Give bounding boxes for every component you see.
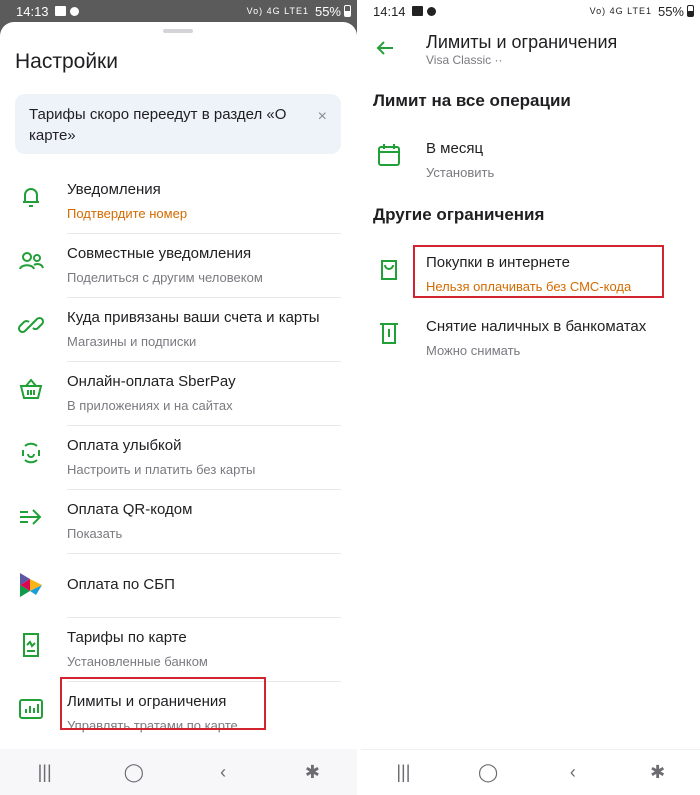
item-title: Куда привязаны ваши счета и карты (67, 309, 320, 326)
section-heading-other: Другие ограничения (373, 205, 545, 224)
home-button[interactable]: ◯ (468, 762, 508, 783)
gallery-icon (411, 6, 423, 16)
status-bar: 14:14 Vo) 4G LTE1 55% (361, 0, 700, 22)
highlight-frame-limits (60, 677, 266, 730)
item-title: Оплата улыбкой (67, 437, 182, 454)
card-name[interactable]: Visa Classic ·· (426, 53, 502, 67)
top-app-bar: Лимиты и ограничения Visa Classic ·· (361, 22, 700, 74)
item-subtitle: Показать (67, 526, 123, 541)
notification-icon (69, 6, 79, 16)
signal-indicator: Vo) 4G LTE1 (246, 6, 309, 16)
sbp-logo-icon (16, 570, 46, 600)
item-title: Совместные уведомления (67, 245, 252, 262)
limit-item-monthly[interactable]: В месяц Установить (361, 137, 700, 193)
battery-level: 55% (314, 3, 341, 19)
item-subtitle: В приложениях и на сайтах (67, 398, 233, 413)
battery-level: 55% (657, 3, 684, 19)
status-time: 14:13 (16, 3, 49, 19)
settings-item-tariffs[interactable]: Тарифы по карте Установленные банком (0, 618, 357, 682)
back-button[interactable]: ‹ (553, 762, 593, 783)
status-bar: 14:13 Vo) 4G LTE1 55% (0, 0, 357, 22)
settings-item-sberpay[interactable]: Онлайн-оплата SberPay В приложениях и на… (0, 362, 357, 426)
limits-screen: 14:14 Vo) 4G LTE1 55% Лимиты и ограничен… (361, 0, 700, 795)
item-title: Уведомления (67, 181, 161, 198)
banner-text: Тарифы скоро переедут в раздел «О карте» (29, 106, 287, 144)
home-button[interactable]: ◯ (114, 762, 154, 783)
item-title: Оплата по СБП (67, 576, 175, 593)
item-title: Тарифы по карте (67, 629, 187, 646)
notification-icon (426, 6, 436, 16)
item-subtitle: Подтвердите номер (67, 206, 188, 221)
settings-sheet: Настройки Тарифы скоро переедут в раздел… (0, 22, 357, 795)
tariff-doc-icon (16, 630, 46, 660)
settings-item-shared-notifications[interactable]: Совместные уведомления Поделиться с друг… (0, 234, 357, 298)
bell-icon (16, 182, 46, 212)
status-time: 14:14 (373, 3, 406, 19)
system-nav-bar: ||| ◯ ‹ ✱ (0, 749, 357, 795)
battery-icon (344, 5, 351, 17)
item-title: В месяц (426, 140, 484, 157)
item-subtitle: Настроить и платить без карты (67, 462, 256, 477)
recent-apps-button[interactable]: ||| (25, 762, 65, 783)
settings-item-smile-pay[interactable]: Оплата улыбкой Настроить и платить без к… (0, 426, 357, 490)
settings-item-linked-accounts[interactable]: Куда привязаны ваши счета и карты Магази… (0, 298, 357, 362)
link-icon (16, 310, 46, 340)
info-banner: Тарифы скоро переедут в раздел «О карте»… (15, 94, 341, 154)
page-title: Лимиты и ограничения (426, 32, 618, 52)
arrow-back-icon[interactable] (373, 36, 397, 60)
close-icon[interactable]: × (318, 106, 327, 127)
battery-icon (687, 5, 694, 17)
qr-arrow-icon (16, 502, 46, 532)
settings-item-notifications[interactable]: Уведомления Подтвердите номер (0, 170, 357, 234)
atm-icon (375, 319, 403, 347)
accessibility-button[interactable]: ✱ (292, 762, 332, 783)
smile-icon (16, 438, 46, 468)
system-nav-bar: ||| ◯ ‹ ✱ (361, 749, 700, 795)
signal-indicator: Vo) 4G LTE1 (589, 6, 652, 16)
back-button[interactable]: ‹ (203, 762, 243, 783)
settings-item-qr-pay[interactable]: Оплата QR-кодом Показать (0, 490, 357, 554)
highlight-frame-internet (413, 245, 664, 298)
item-title: Снятие наличных в банкоматах (426, 318, 647, 335)
item-subtitle: Магазины и подписки (67, 334, 197, 349)
section-heading-all-operations: Лимит на все операции (373, 91, 571, 110)
settings-list: Уведомления Подтвердите номер Совместные… (0, 170, 357, 746)
accessibility-button[interactable]: ✱ (638, 762, 678, 783)
item-subtitle: Установленные банком (67, 654, 208, 669)
shopping-bag-icon (375, 255, 403, 283)
settings-screen: 14:13 Vo) 4G LTE1 55% Настройки Тарифы с… (0, 0, 357, 795)
sheet-drag-handle[interactable] (163, 29, 193, 33)
chart-icon (16, 694, 46, 724)
settings-item-sbp[interactable]: Оплата по СБП (0, 554, 357, 618)
recent-apps-button[interactable]: ||| (383, 762, 423, 783)
calendar-icon (375, 141, 403, 169)
gallery-icon (54, 6, 66, 16)
item-subtitle: Установить (426, 165, 495, 180)
limit-item-atm-cash[interactable]: Снятие наличных в банкоматах Можно снима… (361, 315, 700, 371)
sheet-title: Настройки (15, 50, 118, 73)
item-subtitle: Поделиться с другим человеком (67, 270, 263, 285)
item-title: Оплата QR-кодом (67, 501, 193, 518)
people-icon (16, 246, 46, 276)
item-title: Онлайн-оплата SberPay (67, 373, 236, 390)
item-subtitle: Можно снимать (426, 343, 521, 358)
basket-icon (16, 374, 46, 404)
